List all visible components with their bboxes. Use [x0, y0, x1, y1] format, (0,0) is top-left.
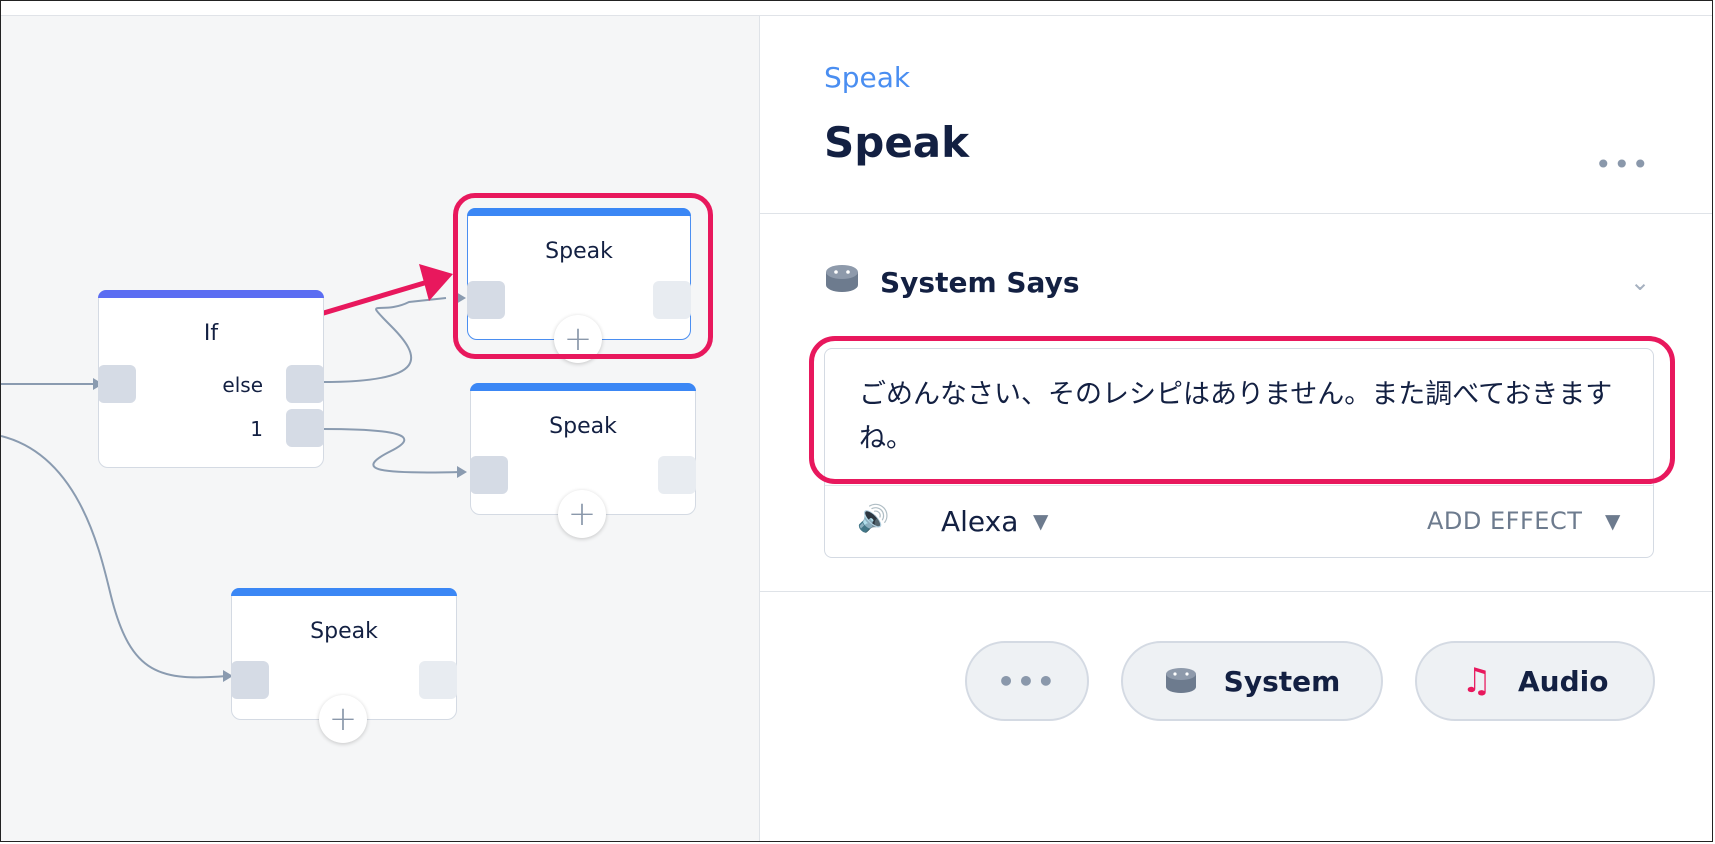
wire-else-to-speak [322, 297, 447, 383]
caret-down-icon[interactable]: ▼ [1605, 509, 1620, 533]
wire-1-to-speak [322, 428, 462, 474]
branch-label-else: else [222, 373, 263, 397]
block-title: Speak [310, 619, 378, 644]
if-block[interactable]: If else 1 [98, 290, 324, 468]
input-port[interactable] [98, 365, 136, 403]
annotation-arrowhead [419, 264, 453, 301]
app-frame: If else 1 Speak + Speak + Speak + Speak … [0, 0, 1713, 842]
top-bar [1, 1, 1712, 16]
plus-icon: + [567, 494, 597, 534]
add-step-button[interactable]: + [319, 695, 367, 743]
page-title: Speak [824, 118, 970, 167]
input-port[interactable] [470, 456, 508, 494]
block-title: If [203, 321, 219, 346]
button-label: System [1223, 664, 1341, 698]
block-header-bar [98, 290, 324, 298]
block-header-bar [231, 588, 457, 596]
divider [760, 213, 1712, 214]
speaker-icon: 🔊 [857, 504, 890, 534]
music-note-icon: ♫ [1461, 661, 1492, 701]
chevron-down-icon[interactable]: ⌄ [1630, 268, 1650, 296]
caret-down-icon[interactable]: ▼ [1033, 509, 1048, 533]
wire-curve-to-speak [1, 435, 228, 679]
more-icon: ••• [997, 664, 1057, 698]
flow-canvas[interactable]: If else 1 Speak + Speak + Speak + [1, 16, 760, 841]
input-port[interactable] [231, 661, 269, 699]
block-header-bar [470, 383, 696, 391]
audio-button[interactable]: ♫ Audio [1415, 641, 1655, 721]
output-port[interactable] [658, 456, 696, 494]
add-effect-button[interactable]: ADD EFFECT [1427, 507, 1582, 535]
button-label: Audio [1518, 664, 1609, 698]
speak-block[interactable]: Speak + [231, 588, 457, 743]
more-options-button[interactable]: ••• [1595, 148, 1651, 181]
divider [825, 485, 1653, 486]
system-button[interactable]: System [1121, 641, 1383, 721]
divider [760, 591, 1712, 592]
annotation-arrow [316, 278, 432, 318]
breadcrumb[interactable]: Speak [824, 61, 910, 94]
highlight-box [809, 336, 1675, 484]
branch-label-1: 1 [250, 417, 263, 441]
more-steps-button[interactable]: ••• [965, 641, 1089, 721]
arrowhead [457, 466, 467, 478]
highlight-box [453, 193, 713, 359]
output-port-1[interactable] [286, 409, 324, 447]
section-title: System Says [880, 266, 1080, 299]
speak-block[interactable]: Speak + [470, 383, 696, 538]
output-port[interactable] [419, 661, 457, 699]
add-step-button[interactable]: + [558, 490, 606, 538]
block-title: Speak [549, 414, 617, 439]
voice-select[interactable]: Alexa [941, 505, 1018, 538]
output-port-else[interactable] [286, 365, 324, 403]
alexa-device-icon [1165, 668, 1196, 693]
plus-icon: + [328, 699, 358, 739]
alexa-device-icon [826, 265, 858, 292]
